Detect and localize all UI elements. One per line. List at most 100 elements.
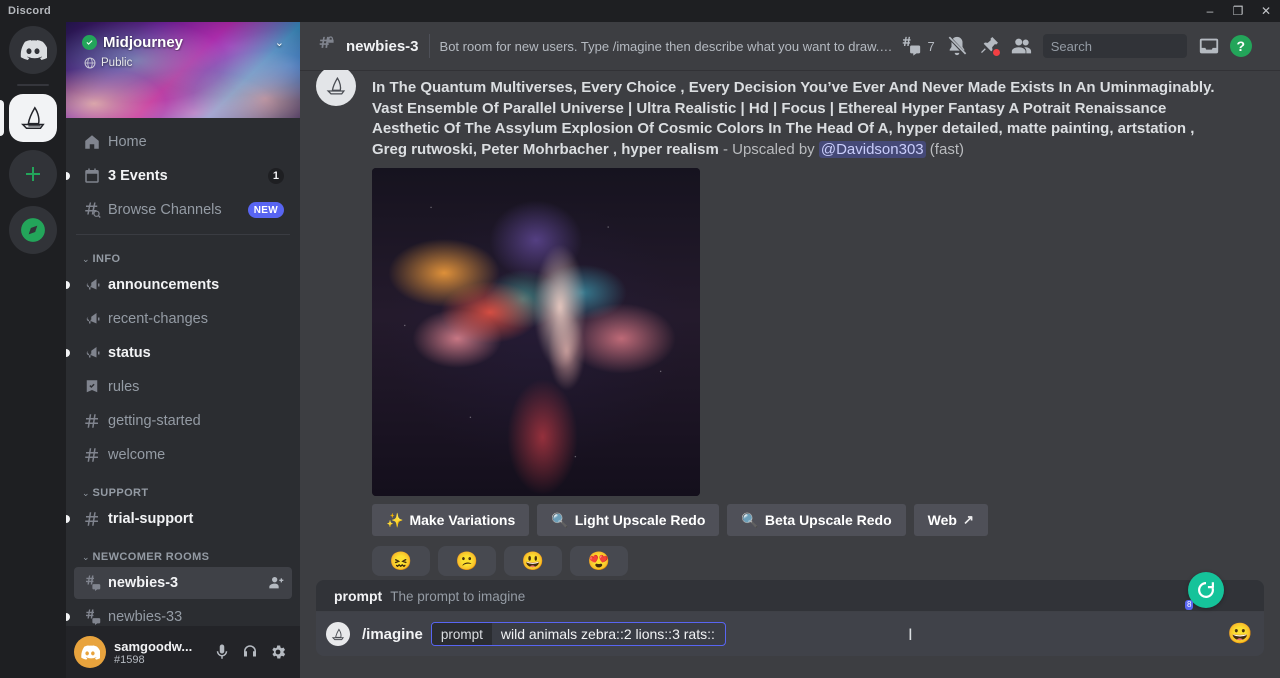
add-member-icon[interactable] — [268, 575, 284, 591]
help-button[interactable]: ? — [1225, 30, 1257, 62]
notification-off-icon[interactable] — [941, 30, 973, 62]
magnifier-icon: 🔍 — [551, 512, 568, 529]
rail-item-add-server[interactable] — [0, 150, 66, 198]
rail-item-explore[interactable] — [0, 206, 66, 254]
button-label: Web — [928, 512, 957, 528]
minimize-button[interactable]: – — [1196, 0, 1224, 22]
sidebar-item-trial-support[interactable]: trial-support — [74, 503, 292, 535]
category-label: NEWCOMER ROOMS — [93, 551, 210, 563]
reaction-button[interactable]: 😍 — [570, 546, 628, 576]
grammarly-refresh-icon[interactable]: 8 — [1188, 572, 1224, 608]
beta-upscale-redo-button[interactable]: 🔍 Beta Upscale Redo — [727, 504, 905, 536]
server-banner-header[interactable]: Midjourney ⌄ Public — [66, 22, 300, 118]
main-content: newbies-3 Bot room for new users. Type /… — [300, 22, 1280, 678]
bot-avatar — [326, 622, 350, 646]
forum-locked-icon — [316, 34, 340, 58]
user-discriminator: #1598 — [114, 654, 208, 666]
verified-badge-icon — [82, 35, 97, 50]
unread-indicator — [66, 172, 70, 180]
sidebar-item-getting-started[interactable]: getting-started — [74, 405, 292, 437]
close-button[interactable]: ✕ — [1252, 0, 1280, 22]
reaction-button[interactable]: 😃 — [504, 546, 562, 576]
category-info[interactable]: ⌄ INFO — [66, 239, 300, 269]
channel-label: trial-support — [108, 511, 284, 527]
username: samgoodw... — [114, 639, 208, 654]
channel-topic[interactable]: Bot room for new users. Type /imagine th… — [440, 39, 895, 54]
settings-gear-icon[interactable] — [264, 638, 292, 666]
category-support[interactable]: ⌄ SUPPORT — [66, 473, 300, 503]
sidebar-item-events[interactable]: 3 Events 1 — [74, 160, 292, 192]
pinned-messages-icon[interactable] — [973, 30, 1005, 62]
unread-indicator — [66, 613, 70, 621]
message-reactions: 😖 😕 😃 😍 — [372, 546, 1224, 576]
sidebar-item-status[interactable]: status — [74, 337, 292, 369]
web-button[interactable]: Web ↗ — [914, 504, 988, 536]
message-group: In The Quantum Multiverses, Every Choice… — [300, 70, 1280, 576]
channel-label: newbies-33 — [108, 609, 284, 625]
channel-label: status — [108, 345, 284, 361]
thread-count: 7 — [928, 39, 935, 54]
emoji-picker-button[interactable]: 😀 — [1228, 622, 1252, 646]
button-label: Light Upscale Redo — [575, 512, 706, 528]
announcement-icon — [82, 343, 102, 363]
sidebar-item-welcome[interactable]: welcome — [74, 439, 292, 471]
category-label: INFO — [93, 253, 121, 265]
channel-list: Home 3 Events 1 Browse Channels NEW — [66, 118, 300, 626]
app-brand-label: Discord — [8, 5, 51, 17]
command-hint-bar: prompt The prompt to imagine — [316, 580, 1264, 612]
home-icon — [82, 132, 102, 152]
make-variations-button[interactable]: ✨ Make Variations — [372, 504, 529, 536]
sidebar-item-browse-channels[interactable]: Browse Channels NEW — [74, 194, 292, 226]
search-input[interactable] — [1043, 34, 1187, 58]
midjourney-sailboat-icon — [9, 94, 57, 142]
channel-sidebar: Midjourney ⌄ Public — [66, 22, 300, 678]
announcement-icon — [82, 275, 102, 295]
argument-name: prompt — [432, 623, 492, 645]
calendar-icon — [82, 166, 102, 186]
grammarly-badge: 8 — [1185, 600, 1193, 610]
generated-image[interactable] — [372, 168, 700, 496]
help-icon: ? — [1230, 35, 1252, 57]
user-mention[interactable]: @Davidson303 — [819, 141, 926, 158]
sidebar-item-newbies-3[interactable]: newbies-3 — [74, 567, 292, 599]
magnifier-icon: 🔍 — [741, 512, 758, 529]
reaction-button[interactable]: 😕 — [438, 546, 496, 576]
discord-window: Discord – ❐ ✕ — [0, 0, 1280, 678]
headset-icon[interactable] — [236, 638, 264, 666]
rail-item-midjourney[interactable] — [0, 94, 66, 142]
avatar[interactable] — [316, 70, 356, 106]
sidebar-divider — [76, 234, 290, 235]
chevron-down-icon[interactable]: ⌄ — [275, 36, 284, 49]
sidebar-item-newbies-33[interactable]: newbies-33 — [74, 601, 292, 626]
message-text: In The Quantum Multiverses, Every Choice… — [372, 78, 1224, 160]
channel-label: welcome — [108, 447, 284, 463]
command-argument-pill[interactable]: prompt wild animals zebra::2 lions::3 ra… — [431, 622, 726, 646]
sidebar-item-home[interactable]: Home — [74, 126, 292, 158]
stars-layer — [372, 168, 700, 496]
reaction-button[interactable]: 😖 — [372, 546, 430, 576]
command-arg-name: prompt — [334, 588, 382, 604]
sidebar-item-recent-changes[interactable]: recent-changes — [74, 303, 292, 335]
member-list-icon[interactable] — [1005, 30, 1037, 62]
argument-value[interactable]: wild animals zebra::2 lions::3 rats:: — [492, 626, 725, 642]
avatar[interactable] — [74, 636, 106, 668]
microphone-icon[interactable] — [208, 638, 236, 666]
sidebar-item-rules[interactable]: rules — [74, 371, 292, 403]
channel-title: newbies-3 — [346, 38, 419, 55]
app-body: Midjourney ⌄ Public — [0, 22, 1280, 678]
threads-icon[interactable] — [895, 30, 927, 62]
category-newcomer-rooms[interactable]: ⌄ NEWCOMER ROOMS — [66, 537, 300, 567]
button-label: Make Variations — [409, 512, 515, 528]
channel-label: newbies-3 — [108, 575, 268, 591]
chevron-down-icon: ⌄ — [82, 488, 90, 499]
user-info[interactable]: samgoodw... #1598 — [114, 639, 208, 666]
speed-label: (fast) — [926, 141, 964, 158]
maximize-button[interactable]: ❐ — [1224, 0, 1252, 22]
inbox-icon[interactable] — [1193, 30, 1225, 62]
light-upscale-redo-button[interactable]: 🔍 Light Upscale Redo — [537, 504, 719, 536]
sidebar-item-announcements[interactable]: announcements — [74, 269, 292, 301]
rail-item-discord-home[interactable] — [0, 26, 66, 74]
server-privacy-label: Public — [101, 57, 132, 69]
new-badge: NEW — [248, 202, 284, 218]
message-input[interactable]: /imagine prompt wild animals zebra::2 li… — [316, 612, 1264, 656]
